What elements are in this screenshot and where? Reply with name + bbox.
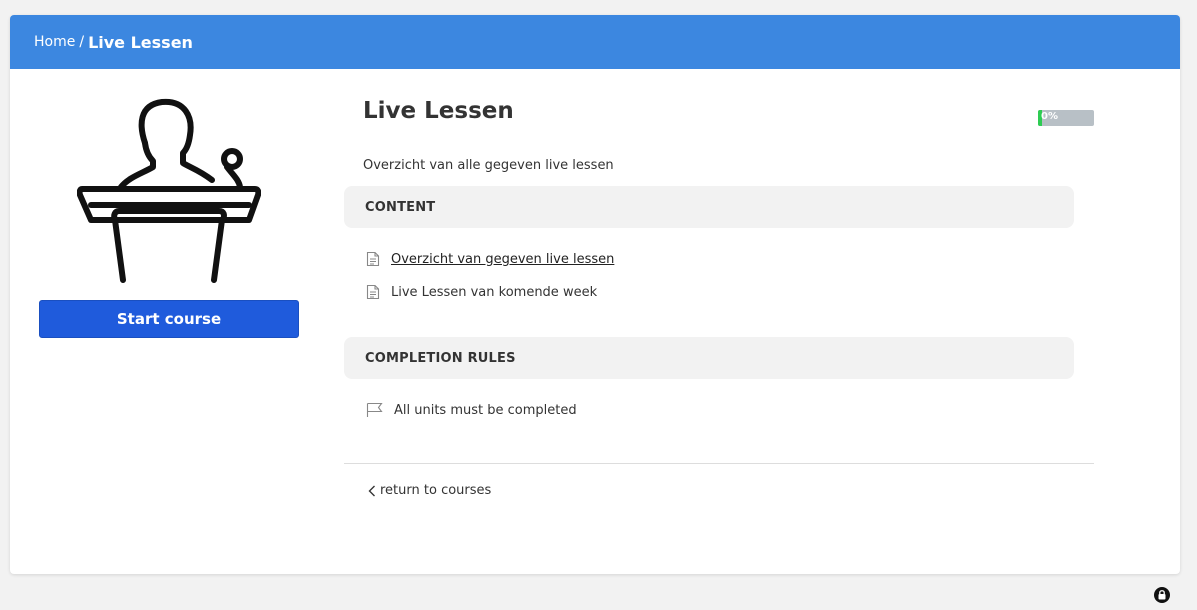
completion-rule-item: All units must be completed <box>366 402 577 418</box>
return-to-courses-link[interactable]: return to courses <box>368 483 491 498</box>
progress-label: 0% <box>1041 111 1058 122</box>
return-to-courses-label: return to courses <box>380 483 492 498</box>
content-section-header: CONTENT <box>344 186 1074 228</box>
course-title: Live Lessen <box>363 98 514 124</box>
course-description: Overzicht van alle gegeven live lessen <box>363 158 614 173</box>
course-details: Live Lessen 0% Overzicht van alle gegeve… <box>344 15 1104 574</box>
progress-bar: 0% <box>1038 110 1094 126</box>
breadcrumb-current: Live Lessen <box>88 32 193 52</box>
breadcrumb-home-link[interactable]: Home <box>34 34 75 50</box>
lock-icon[interactable] <box>1154 587 1170 603</box>
completion-rules-header: COMPLETION RULES <box>344 337 1074 379</box>
podium-speaker-icon <box>77 98 261 283</box>
course-card: Home / Live Lessen Start course Live Les… <box>10 15 1180 574</box>
unit-item: Overzicht van gegeven live lessen <box>366 251 614 267</box>
divider <box>344 463 1094 464</box>
chevron-left-icon <box>368 485 375 496</box>
completion-rule-label: All units must be completed <box>394 402 577 418</box>
unit-link-overzicht[interactable]: Overzicht van gegeven live lessen <box>391 252 614 267</box>
document-icon <box>366 251 380 267</box>
start-course-button[interactable]: Start course <box>39 300 299 338</box>
document-icon <box>366 284 380 300</box>
flag-icon <box>366 402 383 417</box>
breadcrumb-separator: / <box>79 34 85 50</box>
unit-item: Live Lessen van komende week <box>366 284 597 300</box>
unit-label-komende-week: Live Lessen van komende week <box>391 284 598 300</box>
